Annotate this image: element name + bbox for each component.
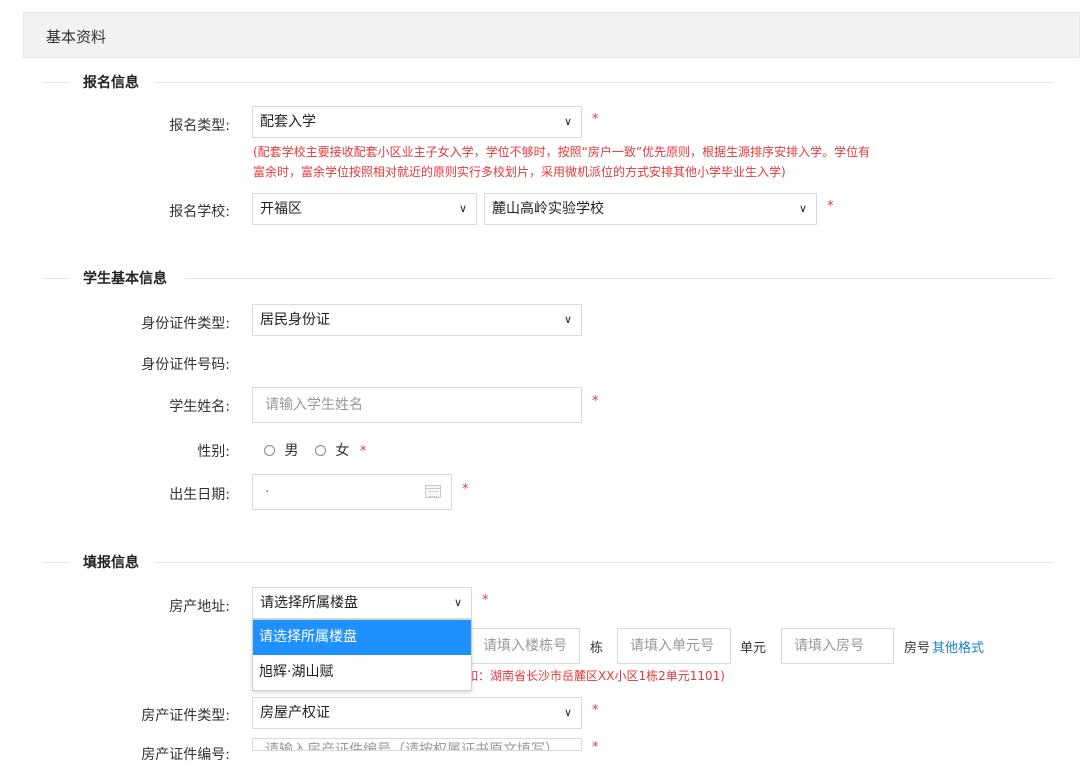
section-title: 填报信息	[83, 555, 139, 571]
signup-type-hint: (配套学校主要接收配套小区业主子女入学，学位不够时，按照“房户一致”优先原则，根…	[253, 142, 870, 182]
unit-number-input[interactable]: 请填入单元号	[617, 628, 731, 664]
input-placeholder: 请填入楼栋号	[483, 638, 567, 654]
id-type-label: 身份证件类型:	[141, 316, 230, 332]
input-placeholder: 请填入房号	[794, 638, 864, 654]
building-unit-label: 栋	[590, 641, 604, 656]
select-value: 配套入学	[260, 114, 316, 130]
divider	[185, 278, 1053, 279]
gender-radio-group: 男 女 *	[264, 440, 366, 460]
signup-school-label: 报名学校:	[169, 204, 230, 220]
section-student-header: 学生基本信息	[43, 268, 1053, 288]
select-value: 麓山高岭实验学校	[492, 201, 604, 217]
birth-date-label: 出生日期:	[169, 487, 230, 503]
signup-type-select[interactable]: 配套入学 ∨	[252, 106, 582, 138]
building-number-input[interactable]: 请填入楼栋号	[470, 628, 580, 664]
student-name-label: 学生姓名:	[169, 399, 230, 415]
student-name-input[interactable]: 请输入学生姓名	[252, 387, 582, 423]
cert-number-label: 房产证件编号:	[141, 747, 230, 763]
section-signup-header: 报名信息	[43, 72, 1053, 92]
required-mark: *	[592, 112, 599, 127]
required-mark: *	[592, 394, 599, 409]
select-value: 请选择所属楼盘	[260, 595, 358, 611]
chevron-down-icon: ∨	[563, 313, 572, 326]
room-unit-label: 房号	[904, 641, 931, 656]
hint-line: (配套学校主要接收配套小区业主子女入学，学位不够时，按照“房户一致”优先原则，根…	[253, 145, 871, 159]
unit-unit-label: 单元	[740, 641, 767, 656]
id-number-label: 身份证件号码:	[141, 357, 230, 373]
gender-male-radio[interactable]	[264, 445, 275, 456]
input-value: ·	[265, 484, 270, 500]
hint-line: 富余时，富余学位按照相对就近的原则实行多校划片，采用微机派位的方式安排其他小学毕…	[253, 165, 786, 179]
divider	[43, 562, 69, 563]
address-select[interactable]: 请选择所属楼盘 ∨	[252, 587, 472, 619]
divider	[155, 82, 1053, 83]
dropdown-option[interactable]: 旭辉·湖山赋	[253, 655, 471, 690]
divider	[155, 562, 1053, 563]
input-placeholder: 请输入学生姓名	[265, 397, 363, 413]
select-value: 居民身份证	[260, 312, 330, 328]
signup-type-label: 报名类型:	[169, 118, 230, 134]
birth-date-input[interactable]: ·	[252, 474, 452, 510]
address-dropdown-list: 请选择所属楼盘 旭辉·湖山赋	[252, 619, 472, 691]
calendar-icon[interactable]	[425, 485, 441, 498]
required-mark: *	[827, 199, 834, 214]
required-mark: *	[482, 593, 489, 608]
select-value: 房屋产权证	[260, 705, 330, 721]
divider	[43, 278, 69, 279]
input-placeholder: 请输入房产证件编号（请按权属证书原文填写）	[265, 742, 559, 751]
input-placeholder: 请填入单元号	[630, 638, 714, 654]
address-label: 房产地址:	[169, 599, 230, 615]
cert-type-select[interactable]: 房屋产权证 ∨	[252, 697, 582, 729]
section-title: 报名信息	[83, 75, 139, 91]
chevron-down-icon: ∨	[458, 202, 467, 215]
page-header: 基本资料	[23, 12, 1080, 58]
page-title: 基本资料	[46, 28, 107, 46]
required-mark: *	[592, 703, 599, 718]
gender-male-label: 男	[284, 443, 299, 459]
chevron-down-icon: ∨	[563, 706, 572, 719]
chevron-down-icon: ∨	[453, 596, 462, 609]
section-fill-header: 填报信息	[43, 552, 1053, 572]
chevron-down-icon: ∨	[798, 202, 807, 215]
section-title: 学生基本信息	[83, 271, 167, 287]
room-number-input[interactable]: 请填入房号	[781, 628, 894, 664]
cert-number-input[interactable]: 请输入房产证件编号（请按权属证书原文填写）	[252, 738, 582, 751]
school-select[interactable]: 麓山高岭实验学校 ∨	[484, 193, 817, 225]
select-value: 开福区	[260, 201, 302, 217]
gender-female-label: 女	[335, 443, 350, 459]
dropdown-option[interactable]: 请选择所属楼盘	[253, 620, 471, 655]
divider	[43, 82, 69, 83]
district-select[interactable]: 开福区 ∨	[252, 193, 477, 225]
gender-female-radio[interactable]	[314, 445, 326, 456]
required-mark: *	[462, 482, 469, 497]
cert-type-label: 房产证件类型:	[141, 708, 230, 724]
required-mark: *	[359, 444, 367, 459]
required-mark: *	[592, 740, 599, 755]
id-type-select[interactable]: 居民身份证 ∨	[252, 304, 582, 336]
gender-label: 性别:	[197, 444, 230, 460]
chevron-down-icon: ∨	[563, 115, 572, 128]
other-format-link[interactable]: 其他格式	[932, 637, 984, 656]
address-hint: 如：湖南省长沙市岳麓区XX小区1栋2单元1101)	[466, 669, 725, 683]
